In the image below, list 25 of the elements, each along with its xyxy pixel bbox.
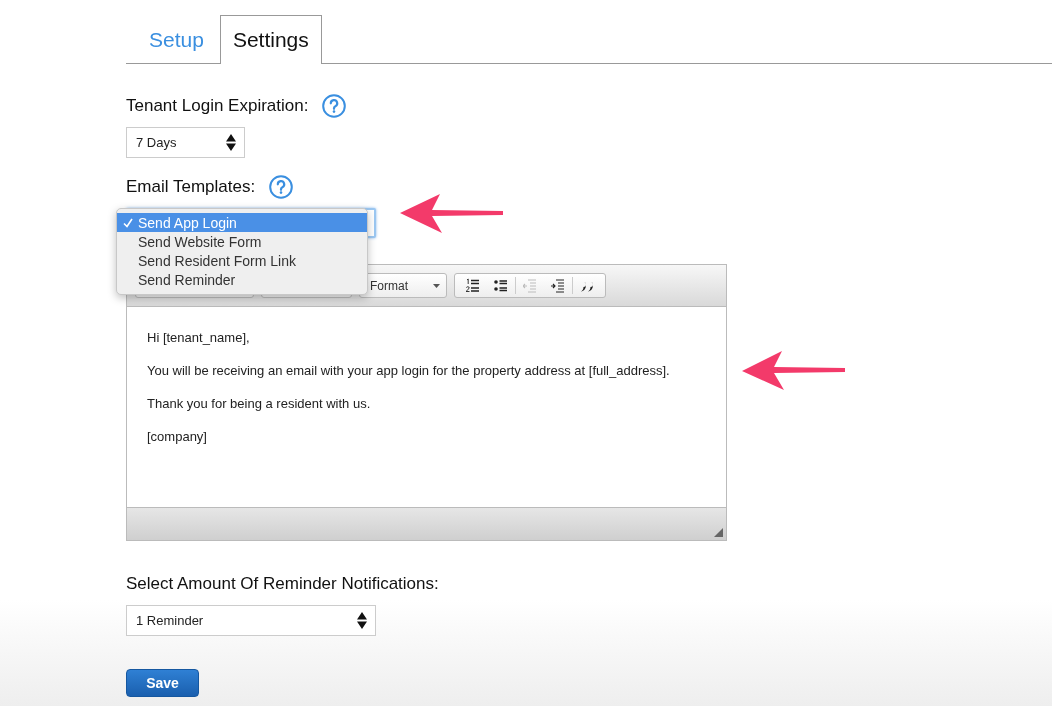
email-paragraph: Hi [tenant_name],: [147, 329, 251, 347]
dropdown-select[interactable]: 7 Days: [126, 127, 245, 158]
save-button[interactable]: Save: [126, 669, 199, 697]
up-down-arrows-icon: [357, 612, 367, 629]
up-down-arrows-icon: [226, 134, 236, 151]
email-paragraph: Thank you for being a resident with us.: [147, 395, 372, 413]
field-label: Select Amount Of Reminder Notifications:: [126, 574, 439, 594]
menu-option[interactable]: Send Website Form: [117, 232, 367, 251]
resize-handle-icon[interactable]: [714, 528, 723, 537]
bullet-list-icon: [494, 278, 508, 293]
help-icon[interactable]: [322, 94, 347, 118]
numbered-list-icon: [466, 278, 480, 293]
menu-option[interactable]: Send Resident Form Link: [117, 251, 367, 270]
caret-icon: [433, 283, 440, 288]
tab[interactable]: Settings: [219, 15, 322, 64]
format-dropdown[interactable]: Format: [359, 273, 447, 298]
email-paragraph: [company]: [147, 428, 208, 446]
help-icon[interactable]: [269, 175, 294, 199]
outdent-icon: [523, 278, 537, 293]
field-label: Email Templates:: [126, 177, 256, 197]
checkmark-icon: [122, 217, 133, 228]
field-label: Tenant Login Expiration:: [126, 96, 309, 116]
email-paragraph: You will be receiving an email with your app login for the property address at [full_address].: [147, 362, 671, 380]
dropdown-select[interactable]: 1 Reminder: [126, 605, 376, 636]
indent-icon: [551, 278, 565, 293]
